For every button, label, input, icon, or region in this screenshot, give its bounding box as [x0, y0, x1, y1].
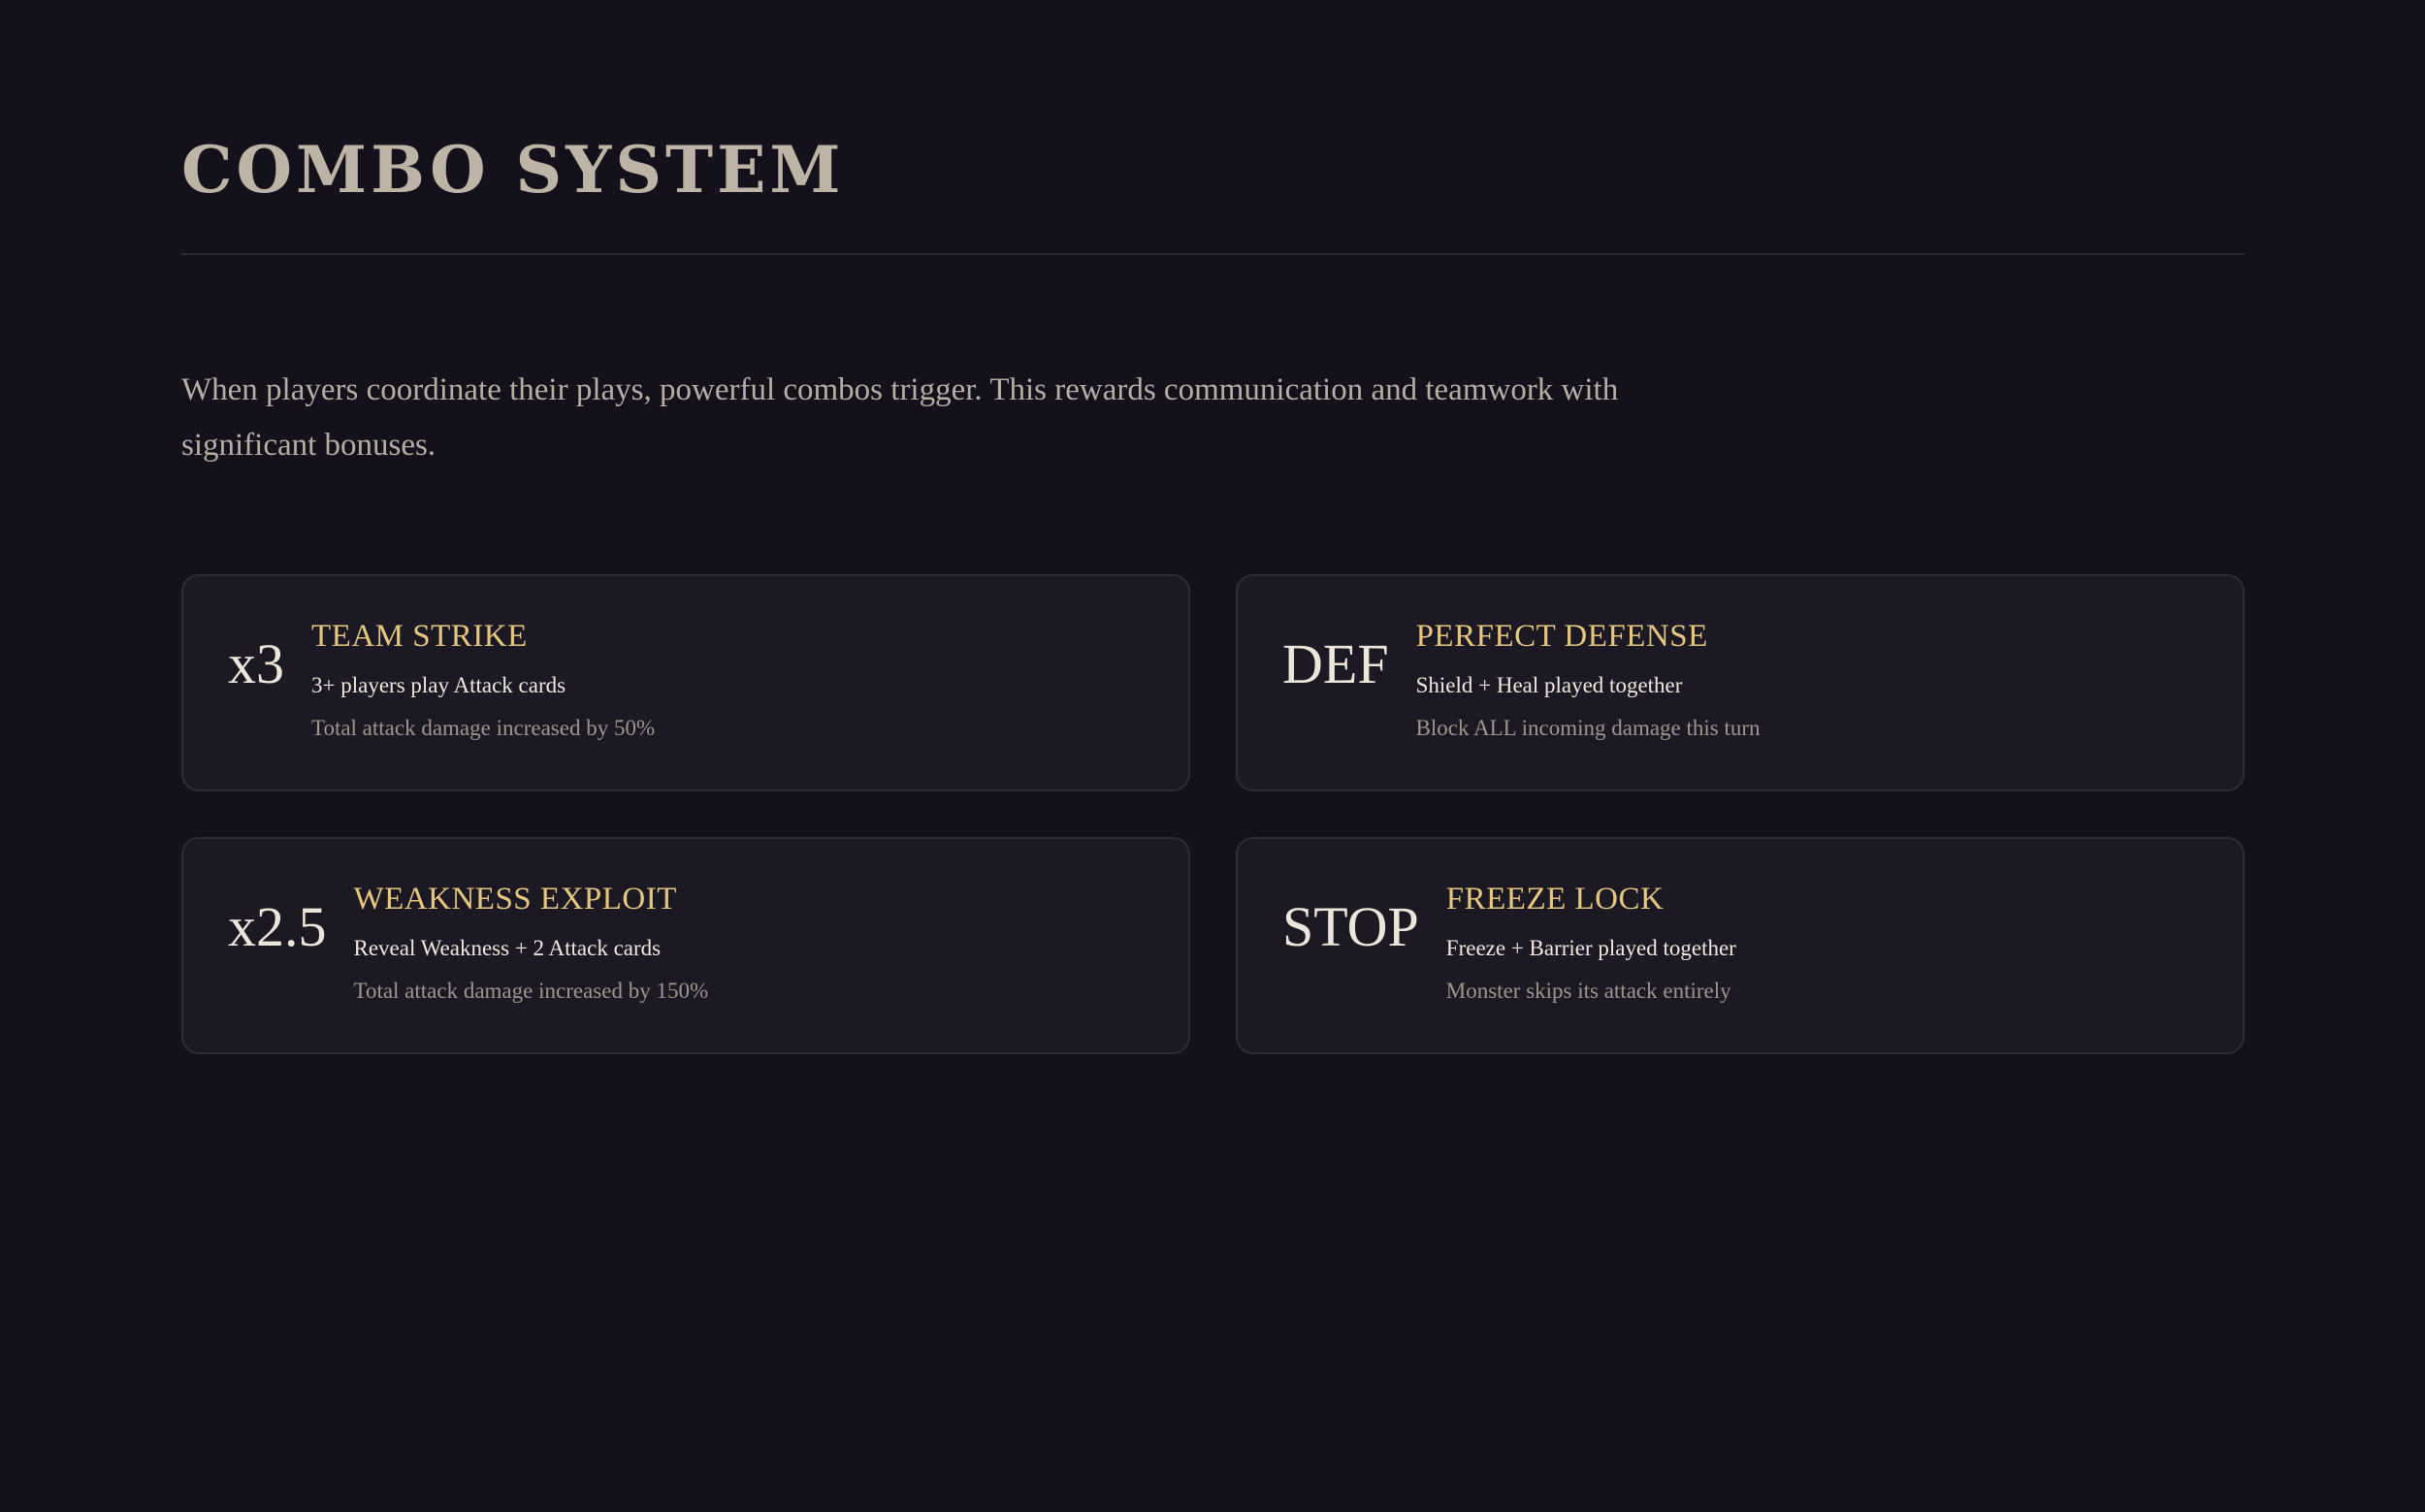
combo-effect: Block ALL incoming damage this turn [1415, 715, 1761, 740]
combo-name: Weakness Exploit [353, 882, 677, 917]
combo-multiplier: x3 [228, 632, 284, 695]
combo-requirement: 3+ players play Attack cards [311, 673, 566, 697]
combo-grid: x3 Team Strike 3+ players play Attack ca… [181, 574, 2245, 1054]
page-title: Combo System [181, 132, 845, 208]
combo-card-weakness-exploit: x2.5 Weakness Exploit Reveal Weakness + … [181, 837, 1190, 1054]
combo-requirement: Shield + Heal played together [1415, 673, 1683, 697]
combo-requirement: Freeze + Barrier played together [1445, 936, 1736, 960]
combo-card-team-strike: x3 Team Strike 3+ players play Attack ca… [181, 574, 1190, 791]
combo-multiplier: DEF [1282, 632, 1389, 695]
combo-requirement: Reveal Weakness + 2 Attack cards [353, 936, 662, 960]
combo-effect: Monster skips its attack entirely [1445, 978, 1731, 1003]
title-divider [181, 253, 2245, 255]
combo-info: Weakness Exploit Reveal Weakness + 2 Att… [354, 882, 709, 1004]
combo-card-perfect-defense: DEF Perfect Defense Shield + Heal played… [1236, 574, 2245, 791]
combo-multiplier: x2.5 [228, 895, 327, 958]
combo-info: Perfect Defense Shield + Heal played tog… [1416, 619, 1761, 741]
combo-effect: Total attack damage increased by 50% [311, 715, 656, 740]
combo-card-freeze-lock: STOP Freeze Lock Freeze + Barrier played… [1236, 837, 2245, 1054]
combo-name: Freeze Lock [1445, 882, 1665, 917]
combo-info: Team Strike 3+ players play Attack cards… [311, 619, 655, 741]
combo-info: Freeze Lock Freeze + Barrier played toge… [1446, 882, 1736, 1004]
intro-paragraph: When players coordinate their plays, pow… [181, 372, 1619, 463]
combo-effect: Total attack damage increased by 150% [353, 978, 709, 1003]
combo-name: Perfect Defense [1415, 619, 1708, 654]
combo-name: Team Strike [311, 619, 528, 654]
combo-multiplier: STOP [1282, 895, 1419, 958]
